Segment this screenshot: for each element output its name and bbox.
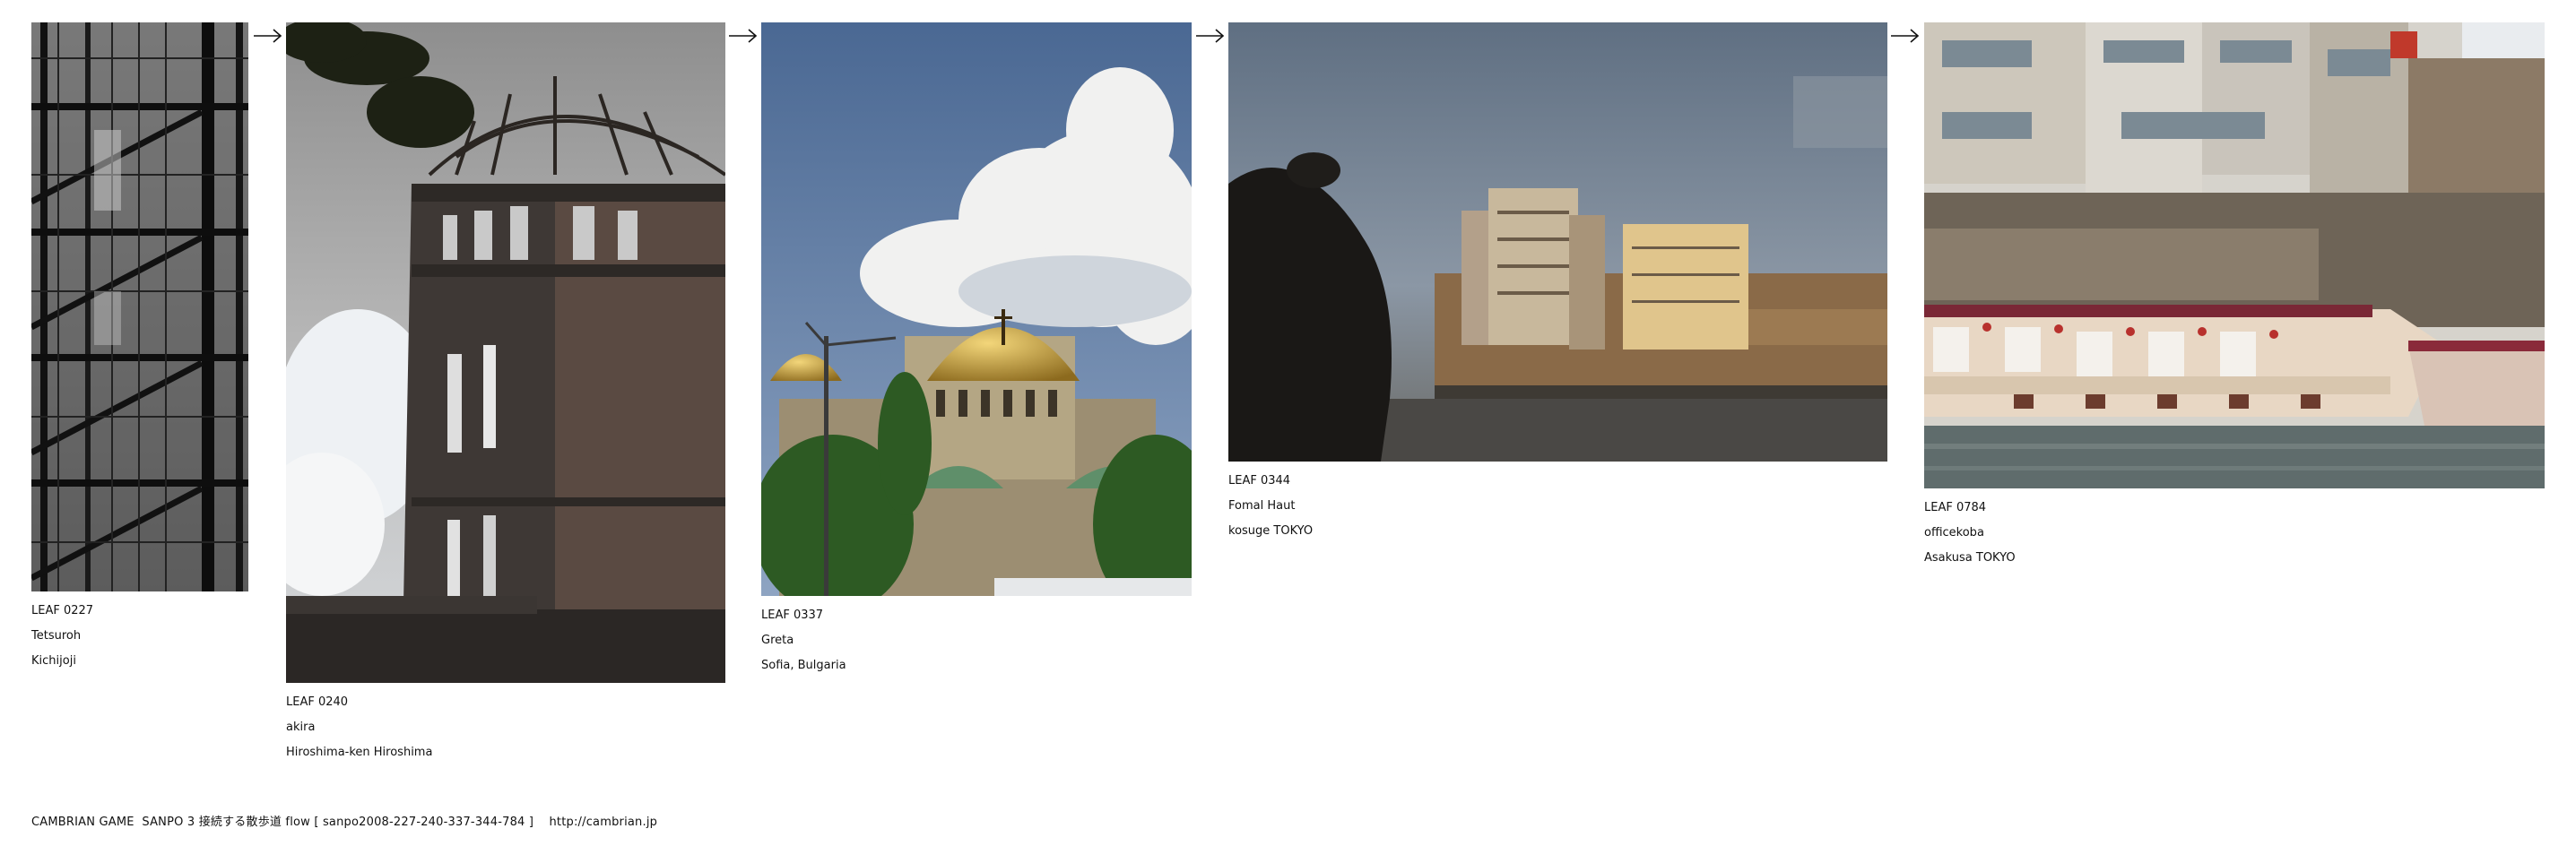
leaf-place: kosuge TOKYO — [1228, 524, 1314, 538]
leaf-author[interactable]: akira — [286, 715, 432, 740]
footer-credit: CAMBRIAN GAME SANPO 3 接続する散歩道 flow [ san… — [31, 816, 658, 829]
cathedral-golden-domes-photo[interactable] — [761, 22, 1192, 596]
leaf-id: LEAF 0240 — [286, 695, 349, 709]
leaf-author[interactable]: Greta — [761, 628, 846, 653]
leaf-id: LEAF 0344 — [1228, 474, 1291, 488]
right-arrow-icon — [1196, 29, 1225, 43]
atomic-bomb-dome-photo[interactable] — [286, 22, 725, 683]
buildings-through-window-photo[interactable] — [1228, 22, 1887, 462]
leaf-place: Hiroshima-ken Hiroshima — [286, 746, 433, 759]
leaf-id: LEAF 0337 — [761, 609, 824, 622]
leaf-id: LEAF 0784 — [1924, 501, 1987, 514]
fire-escape-staircase-photo[interactable] — [31, 22, 248, 591]
river-boat-houseboat-photo[interactable] — [1924, 22, 2545, 488]
leaf-caption: LEAF 0344 Fomal Haut kosuge TOKYO — [1228, 469, 1313, 544]
leaf-place: Asakusa TOKYO — [1924, 551, 2016, 565]
leaf-place: Sofia, Bulgaria — [761, 659, 846, 672]
leaf-place: Kichijoji — [31, 654, 76, 668]
leaf-author[interactable]: Tetsuroh — [31, 624, 93, 649]
right-arrow-icon — [254, 29, 282, 43]
leaf-id: LEAF 0227 — [31, 604, 94, 617]
leaf-caption: LEAF 0337 Greta Sofia, Bulgaria — [761, 603, 846, 678]
leaf-author[interactable]: Fomal Haut — [1228, 494, 1313, 519]
leaf-caption: LEAF 0784 officekoba Asakusa TOKYO — [1924, 496, 2016, 571]
leaf-author[interactable]: officekoba — [1924, 521, 2016, 546]
leaf-caption: LEAF 0227 Tetsuroh Kichijoji — [31, 599, 93, 674]
right-arrow-icon — [1891, 29, 1920, 43]
right-arrow-icon — [729, 29, 758, 43]
leaf-caption: LEAF 0240 akira Hiroshima-ken Hiroshima — [286, 690, 432, 765]
